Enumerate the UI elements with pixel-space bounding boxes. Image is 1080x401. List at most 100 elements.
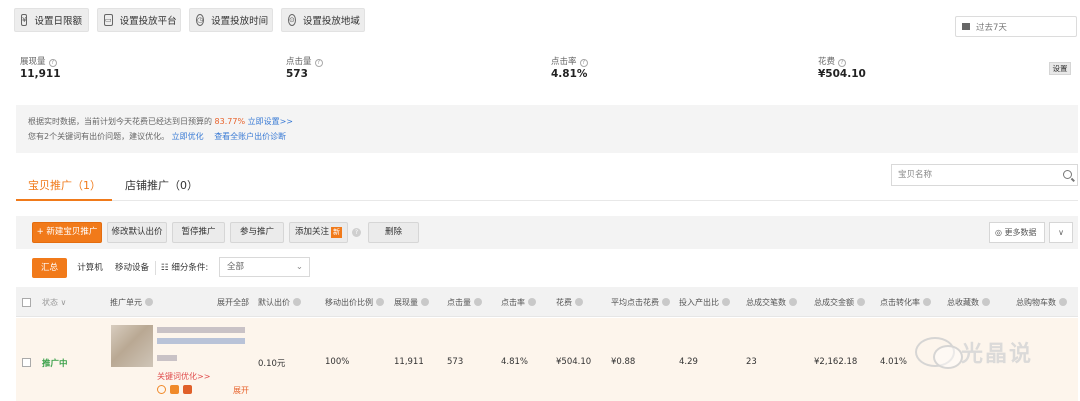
optimize-now-link[interactable]: 立即优化 xyxy=(172,132,204,141)
cell-roi: 4.29 xyxy=(679,357,698,367)
tab-item-promotion[interactable]: 宝贝推广（1） xyxy=(28,177,101,193)
cell-orders: 23 xyxy=(746,357,757,367)
budget-icon: ¥ xyxy=(21,14,28,26)
stats-setting-button[interactable]: 设置 xyxy=(1049,62,1071,75)
expand-link[interactable]: 展开 xyxy=(233,385,249,396)
header-roi[interactable]: 投入产出比 xyxy=(679,297,730,308)
filter-divider xyxy=(155,261,156,275)
set-platform-button[interactable]: ▭ 设置投放平台 xyxy=(97,8,181,32)
tab-divider xyxy=(16,200,1078,201)
stat-impressions-label: 展现量? xyxy=(20,55,57,67)
new-badge: 新 xyxy=(331,227,342,238)
cell-mobile-ratio: 100% xyxy=(325,357,350,367)
delete-button[interactable]: 删除 xyxy=(368,222,419,243)
chevron-down-icon: ∨ xyxy=(60,298,67,307)
header-clicks[interactable]: 点击量 xyxy=(447,297,482,308)
clock-icon: ◷ xyxy=(196,14,205,26)
header-cart[interactable]: 总购物车数 xyxy=(1016,297,1067,308)
calendar-icon xyxy=(962,23,970,30)
more-data-button[interactable]: ◎ 更多数据 xyxy=(989,222,1045,243)
cell-cost: ¥504.10 xyxy=(556,357,592,367)
header-cost[interactable]: 花费 xyxy=(556,297,583,308)
help-icon: ? xyxy=(314,59,323,67)
stat-clicks-value: 573 xyxy=(286,68,308,80)
stat-impressions-value: 11,911 xyxy=(20,68,61,80)
header-gmv[interactable]: 总成交金额 xyxy=(814,297,865,308)
location-icon: ⊙ xyxy=(288,14,296,26)
chevron-down-icon: ⌄ xyxy=(295,262,303,272)
help-icon xyxy=(982,298,990,306)
stat-ctr-value: 4.81% xyxy=(551,68,588,80)
set-now-link[interactable]: 立即设置>> xyxy=(248,117,293,126)
cell-clicks: 573 xyxy=(447,357,464,367)
stat-cost-label: 花费? xyxy=(818,55,847,67)
filter-computer-button[interactable]: 计算机 xyxy=(73,258,107,278)
header-default-bid[interactable]: 默认出价 xyxy=(258,297,301,308)
row-checkbox[interactable] xyxy=(22,358,31,367)
stat-clicks-label: 点击量? xyxy=(286,55,323,67)
cell-impressions: 11,911 xyxy=(394,357,424,367)
modify-default-bid-button[interactable]: 修改默认出价 xyxy=(107,222,167,243)
product-thumbnail[interactable] xyxy=(111,325,153,367)
search-icon[interactable] xyxy=(1063,170,1072,179)
header-status[interactable]: 状态 ∨ xyxy=(42,297,66,308)
list-icon: ☷ xyxy=(161,263,172,273)
help-icon xyxy=(575,298,583,306)
detail-condition-label: ☷ 细分条件: xyxy=(161,263,209,273)
watermark: 光晶说 xyxy=(915,336,1033,369)
clock-icon[interactable] xyxy=(157,385,166,394)
header-impressions[interactable]: 展现量 xyxy=(394,297,429,308)
set-daily-budget-label: 设置日限额 xyxy=(34,16,82,27)
chevron-down-icon[interactable]: ∨ xyxy=(1049,222,1073,243)
help-icon: ? xyxy=(48,59,57,67)
header-favorites[interactable]: 总收藏数 xyxy=(947,297,990,308)
add-follow-button[interactable]: 添加关注新 xyxy=(289,222,348,243)
header-cvr[interactable]: 点击转化率 xyxy=(880,297,931,308)
account-diagnosis-link[interactable]: 查看全账户出价诊断 xyxy=(214,132,286,141)
set-platform-label: 设置投放平台 xyxy=(119,16,177,27)
stat-cost-value: ¥504.10 xyxy=(818,68,866,80)
help-icon xyxy=(1059,298,1067,306)
header-orders[interactable]: 总成交笔数 xyxy=(746,297,797,308)
set-time-label: 设置投放时间 xyxy=(211,16,269,27)
expand-all-link[interactable]: 展开全部 xyxy=(217,297,249,308)
filter-summary-button[interactable]: 汇总 xyxy=(32,258,67,278)
active-tab-indicator xyxy=(16,199,112,201)
set-daily-budget-button[interactable]: ¥ 设置日限额 xyxy=(14,8,89,32)
new-item-promotion-button[interactable]: + 新建宝贝推广 xyxy=(32,222,102,243)
row-status: 推广中 xyxy=(42,359,68,369)
set-time-button[interactable]: ◷ 设置投放时间 xyxy=(189,8,273,32)
select-all-checkbox[interactable] xyxy=(22,298,31,307)
header-unit: 推广单元 xyxy=(110,297,153,308)
cell-cvr: 4.01% xyxy=(880,357,908,367)
help-icon xyxy=(857,298,865,306)
help-icon: ? xyxy=(838,59,847,67)
filter-mobile-button[interactable]: 移动设备 xyxy=(112,258,152,278)
budget-notice: 根据实时数据，当前计划今天花费已经达到日预算的 83.77% 立即设置>> 您有… xyxy=(16,105,1078,153)
help-icon xyxy=(376,298,384,306)
header-avg-cpc[interactable]: 平均点击花费 xyxy=(611,297,670,308)
join-promotion-button[interactable]: 参与推广 xyxy=(230,222,284,243)
help-icon: ? xyxy=(579,59,588,67)
header-ctr[interactable]: 点击率 xyxy=(501,297,536,308)
help-icon xyxy=(293,298,301,306)
keyword-optimize-link[interactable]: 关键词优化>> xyxy=(157,371,210,382)
detail-condition-select[interactable]: 全部 ⌄ xyxy=(219,257,310,277)
trash-icon[interactable] xyxy=(183,385,192,394)
help-icon xyxy=(789,298,797,306)
pause-promotion-button[interactable]: 暂停推广 xyxy=(172,222,225,243)
help-icon xyxy=(421,298,429,306)
date-range-select[interactable]: 过去7天 xyxy=(955,16,1077,37)
item-search-input[interactable]: 宝贝名称 xyxy=(891,164,1078,186)
help-icon[interactable]: ? xyxy=(352,228,361,237)
tab-shop-promotion[interactable]: 店铺推广（0） xyxy=(125,177,198,193)
help-icon xyxy=(474,298,482,306)
set-region-button[interactable]: ⊙ 设置投放地域 xyxy=(281,8,365,32)
product-price-redacted xyxy=(157,355,177,361)
copy-icon[interactable] xyxy=(170,385,179,394)
cell-avg-cpc: ¥0.88 xyxy=(611,357,636,367)
help-icon xyxy=(662,298,670,306)
platform-icon: ▭ xyxy=(104,14,113,26)
cell-default-bid[interactable]: 0.10元 xyxy=(258,357,285,369)
header-mobile-ratio[interactable]: 移动出价比例 xyxy=(325,297,384,308)
